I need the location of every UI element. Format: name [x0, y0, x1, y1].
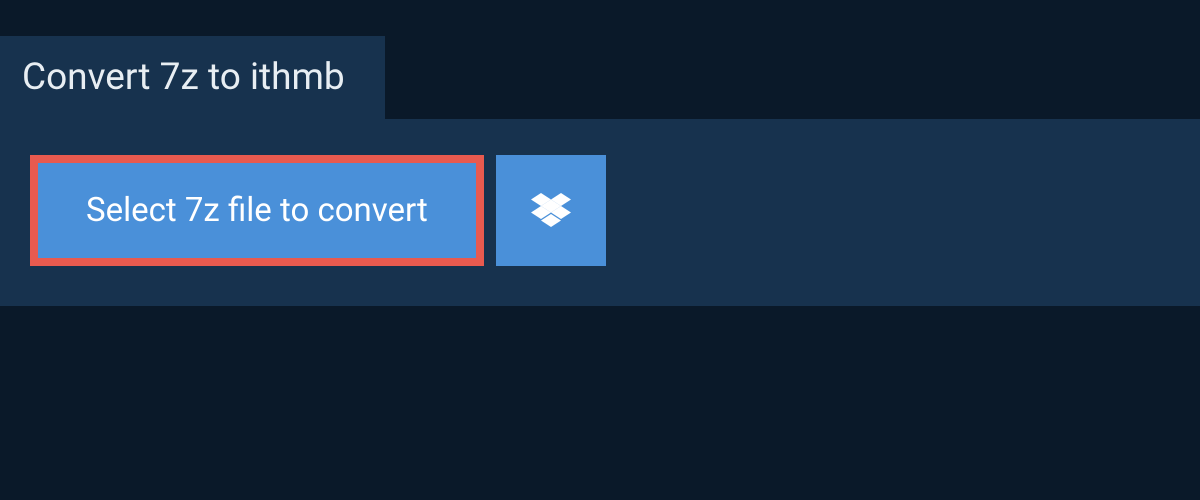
select-file-label: Select 7z file to convert	[86, 191, 428, 230]
converter-panel: Select 7z file to convert	[0, 119, 1200, 306]
tab-header: Convert 7z to ithmb	[0, 36, 385, 119]
button-row: Select 7z file to convert	[30, 155, 1170, 266]
page-title: Convert 7z to ithmb	[22, 56, 345, 99]
select-file-button[interactable]: Select 7z file to convert	[30, 155, 484, 266]
dropbox-icon	[531, 193, 571, 229]
dropbox-button[interactable]	[496, 155, 606, 266]
